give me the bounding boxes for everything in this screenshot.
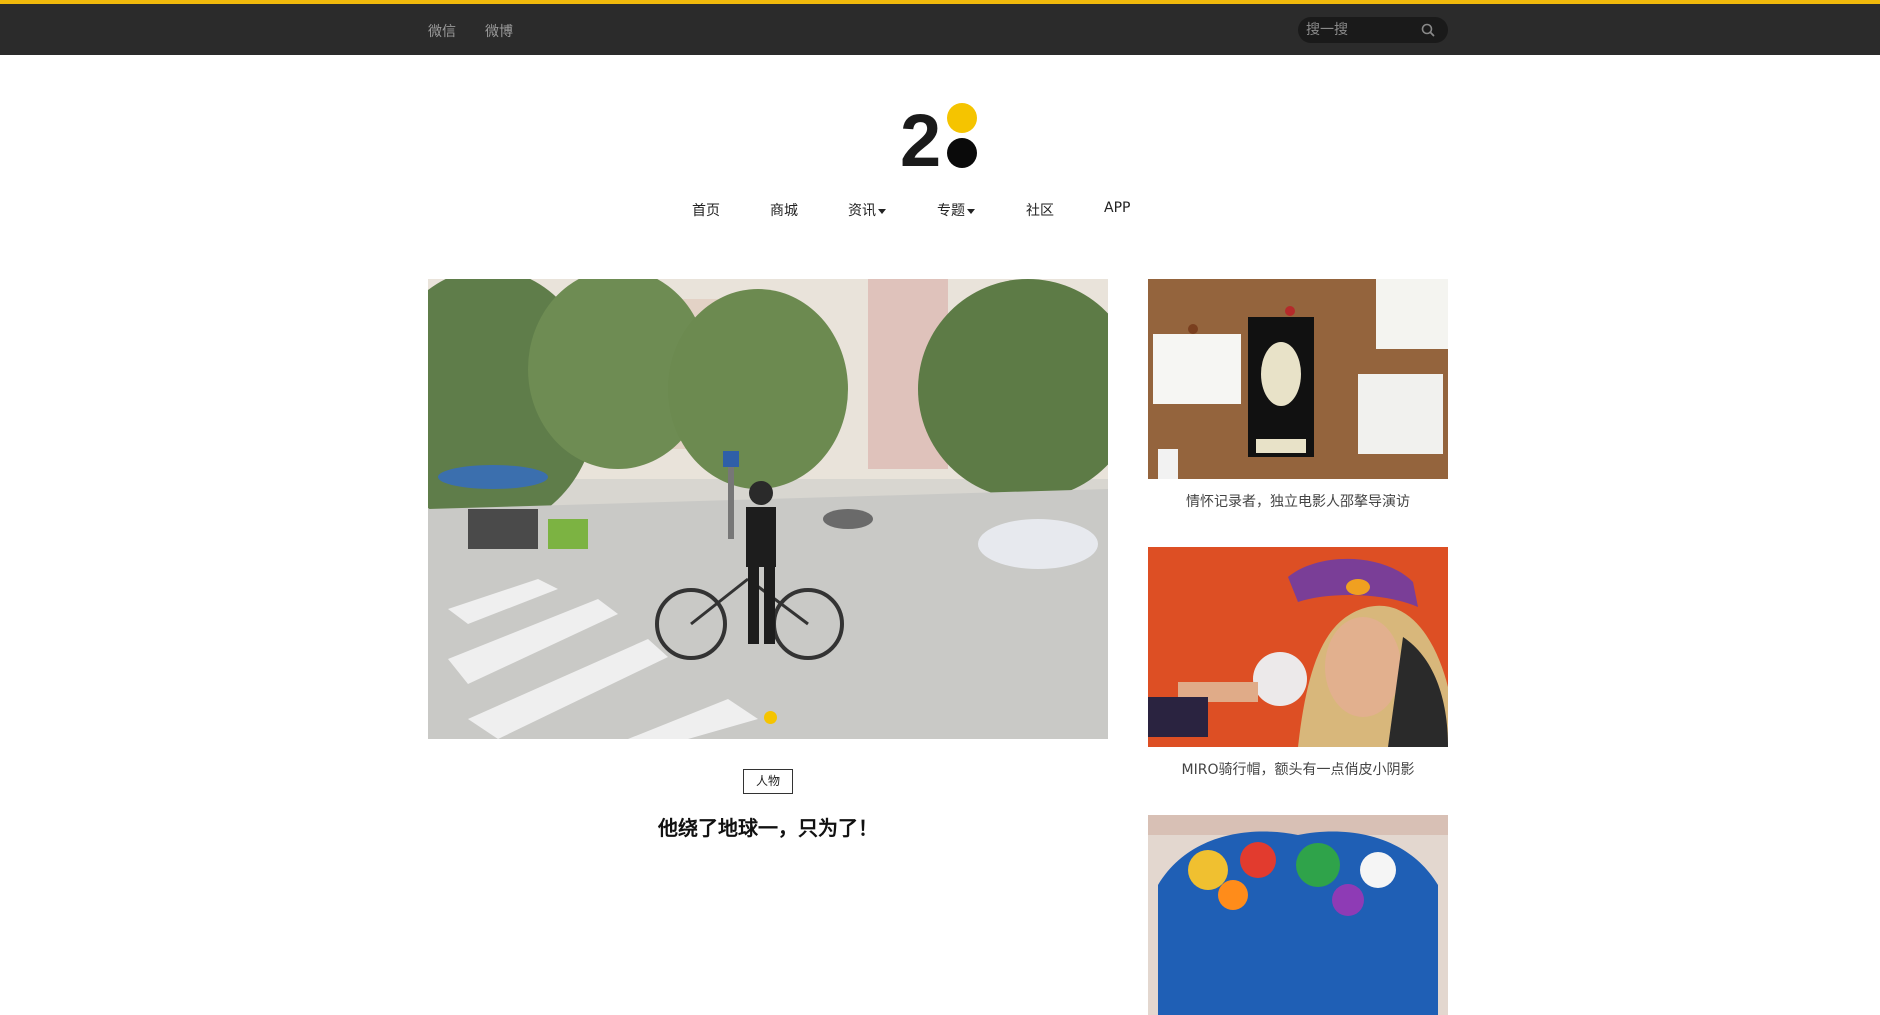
caret-down-icon (967, 208, 975, 214)
nav-item-shop[interactable]: 商城 (770, 200, 798, 220)
wechat-link[interactable]: 微信 (428, 21, 456, 41)
nav-item-home[interactable]: 首页 (692, 200, 720, 220)
side-card-image[interactable] (1148, 547, 1448, 747)
side-card-title[interactable]: 情怀记录者，独立电影人邵摮导演访 (1148, 491, 1448, 511)
nav-item-news[interactable]: 资讯 (848, 200, 886, 220)
nav-item-label: 首页 (692, 203, 720, 219)
logo-black-dot (947, 138, 977, 168)
nav-item-label: 商城 (770, 203, 798, 219)
side-card-title[interactable]: MIRO骑行帽，额头有一点俏皮小阴影 (1148, 759, 1448, 779)
nav-item-app[interactable]: APP (1104, 200, 1130, 216)
site-logo[interactable]: 2 (900, 100, 980, 172)
nav-item-community[interactable]: 社区 (1026, 200, 1054, 220)
search-input[interactable] (1306, 20, 1416, 40)
featured-title[interactable]: 他绕了地球一，只为了！ (428, 812, 1108, 841)
search-box (1298, 17, 1448, 43)
side-card-image[interactable] (1148, 815, 1448, 1015)
nav-item-topics[interactable]: 专题 (937, 200, 975, 220)
featured-photo[interactable] (428, 279, 1108, 739)
logo-yellow-dot (947, 103, 977, 133)
nav-item-label: 社区 (1026, 203, 1054, 219)
weibo-link[interactable]: 微博 (485, 21, 513, 41)
category-tag[interactable]: 人物 (743, 769, 793, 794)
carousel-dot[interactable] (764, 711, 777, 724)
search-icon[interactable] (1420, 22, 1436, 38)
caret-down-icon (878, 208, 886, 214)
nav-item-label: 专题 (937, 203, 965, 219)
nav-item-label: 资讯 (848, 203, 876, 219)
logo-digit: 2 (900, 100, 941, 172)
side-card-image[interactable] (1148, 279, 1448, 479)
top-bar: 微信 微博 (0, 0, 1880, 55)
nav-item-label: APP (1104, 200, 1131, 216)
